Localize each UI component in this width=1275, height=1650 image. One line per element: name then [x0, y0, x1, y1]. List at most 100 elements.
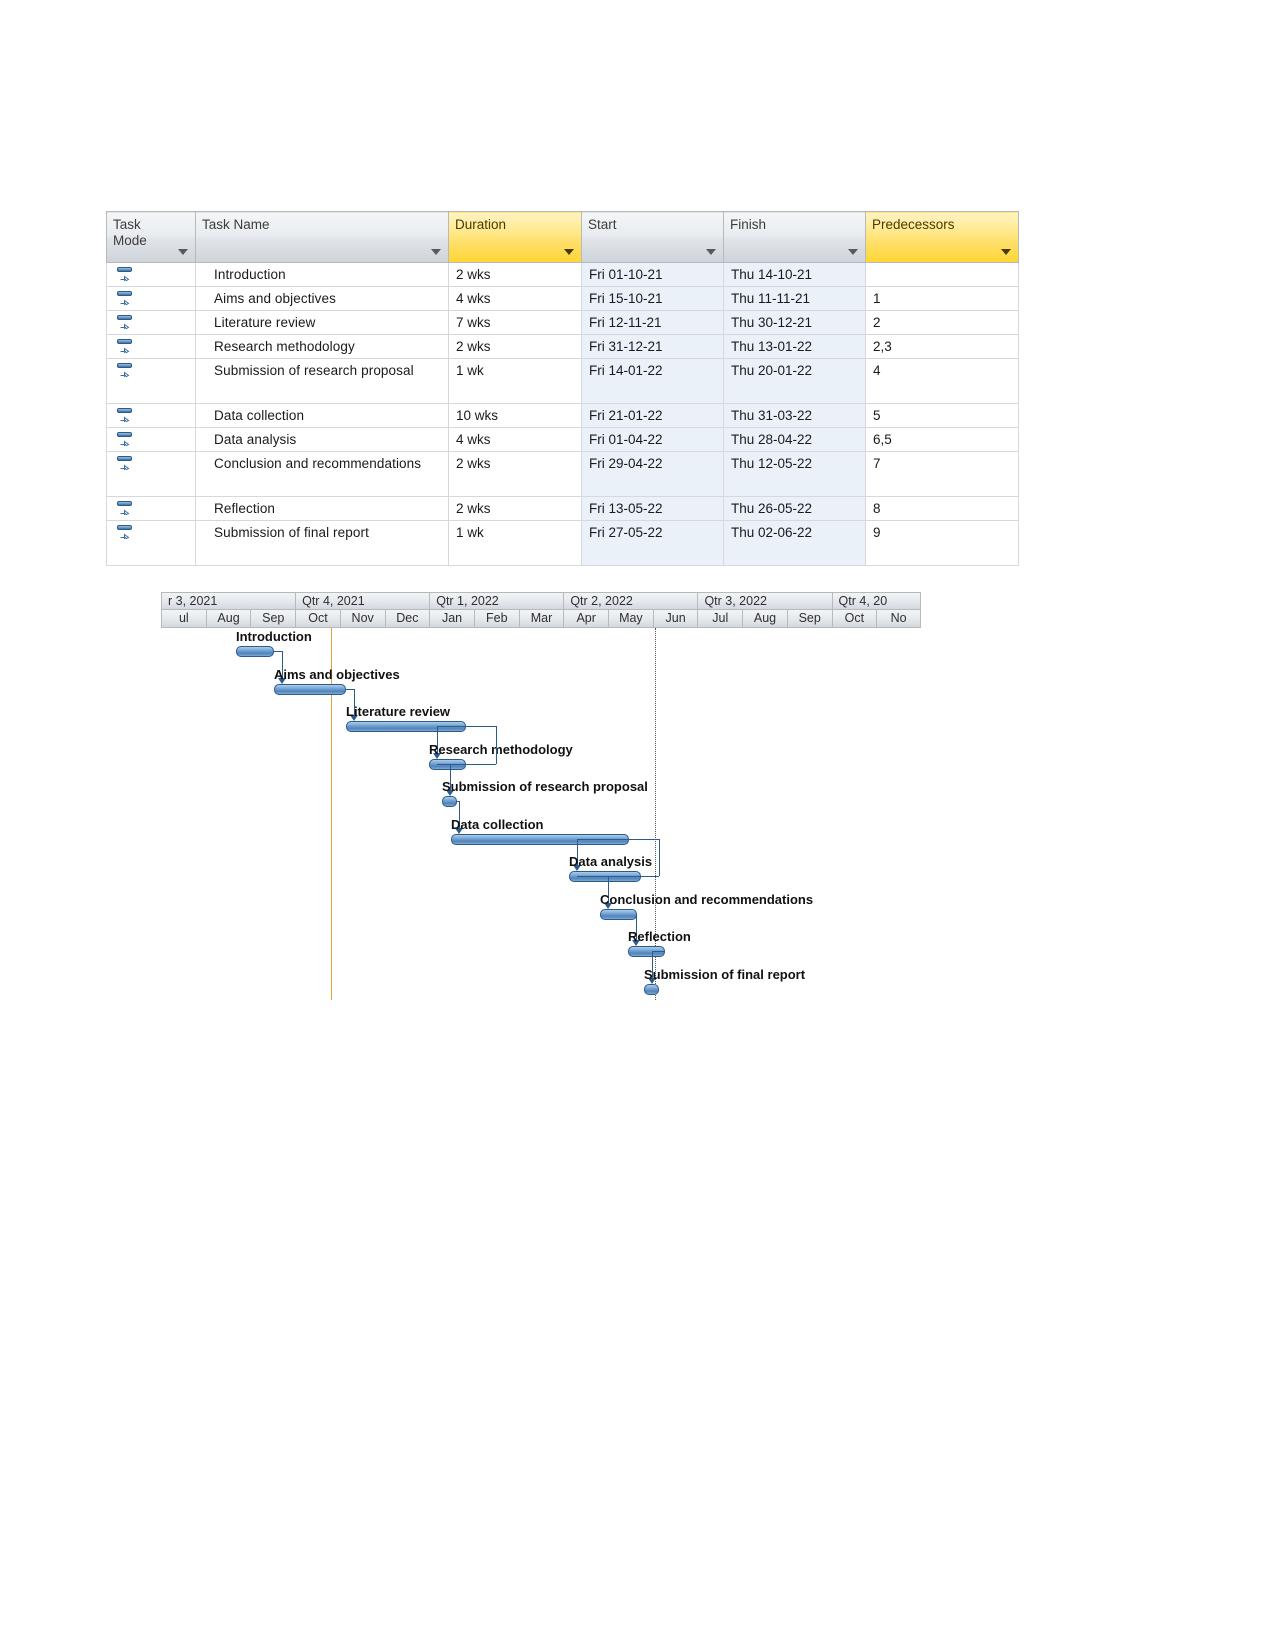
gantt-link-segment — [437, 726, 466, 727]
gantt-bar[interactable] — [644, 983, 659, 995]
cell-predecessors[interactable]: 8 — [865, 496, 1019, 521]
gantt-link-segment — [659, 838, 660, 876]
cell-task-mode[interactable] — [106, 262, 196, 287]
cell-task-mode[interactable] — [106, 358, 196, 404]
cell-finish[interactable]: Thu 30-12-21 — [723, 310, 866, 335]
cell-duration[interactable]: 1 wk — [448, 358, 582, 404]
column-header-task-mode-line1: Task — [113, 217, 141, 232]
cell-task-name[interactable]: Submission of final report — [195, 520, 449, 566]
column-header-task-mode-line2: Mode — [113, 233, 147, 248]
cell-duration[interactable]: 2 wks — [448, 334, 582, 359]
cell-finish[interactable]: Thu 14-10-21 — [723, 262, 866, 287]
cell-start[interactable]: Fri 13-05-22 — [581, 496, 724, 521]
cell-predecessors[interactable]: 2 — [865, 310, 1019, 335]
auto-schedule-icon — [117, 291, 137, 307]
cell-predecessors[interactable]: 2,3 — [865, 334, 1019, 359]
cell-task-name[interactable]: Data collection — [195, 403, 449, 428]
cell-predecessors[interactable] — [865, 262, 1019, 287]
cell-task-name[interactable]: Data analysis — [195, 427, 449, 452]
cell-predecessors[interactable]: 6,5 — [865, 427, 1019, 452]
cell-duration[interactable]: 10 wks — [448, 403, 582, 428]
table-row[interactable]: Data analysis 4 wks Fri 01-04-22 Thu 28-04-… — [106, 427, 1019, 452]
cell-start[interactable]: Fri 01-10-21 — [581, 262, 724, 287]
cell-start[interactable]: Fri 29-04-22 — [581, 451, 724, 497]
cell-predecessors[interactable]: 9 — [865, 520, 1019, 566]
cell-duration[interactable]: 2 wks — [448, 496, 582, 521]
table-row[interactable]: Submission of final report 1 wk Fri 27-05-… — [106, 520, 1019, 566]
cell-task-mode[interactable] — [106, 427, 196, 452]
table-row[interactable]: Conclusion and recommendations 2 wks Fri 2… — [106, 451, 1019, 497]
filter-dropdown-icon-finish[interactable] — [848, 249, 858, 255]
cell-task-mode[interactable] — [106, 496, 196, 521]
cell-task-name[interactable]: Reflection — [195, 496, 449, 521]
cell-task-mode[interactable] — [106, 310, 196, 335]
cell-predecessors[interactable]: 1 — [865, 286, 1019, 311]
cell-task-name[interactable]: Literature review — [195, 310, 449, 335]
column-header-task-mode[interactable]: Task Mode — [106, 211, 196, 263]
cell-duration[interactable]: 4 wks — [448, 286, 582, 311]
column-header-duration-label: Duration — [455, 217, 507, 232]
table-row[interactable]: Introduction 2 wks Fri 01-10-21 Thu 14-10-2… — [106, 262, 1019, 287]
gantt-link-segment — [346, 688, 354, 690]
cell-duration[interactable]: 1 wk — [448, 520, 582, 566]
column-header-start[interactable]: Start — [581, 211, 724, 263]
cell-start[interactable]: Fri 12-11-21 — [581, 310, 724, 335]
cell-duration[interactable]: 2 wks — [448, 262, 582, 287]
table-row[interactable]: Submission of research proposal 1 wk Fri 1… — [106, 358, 1019, 404]
cell-start[interactable]: Fri 15-10-21 — [581, 286, 724, 311]
cell-task-mode[interactable] — [106, 451, 196, 497]
cell-task-mode[interactable] — [106, 286, 196, 311]
filter-dropdown-icon-duration[interactable] — [564, 249, 574, 255]
cell-finish[interactable]: Thu 31-03-22 — [723, 403, 866, 428]
filter-dropdown-icon-start[interactable] — [706, 249, 716, 255]
cell-predecessors[interactable]: 4 — [865, 358, 1019, 404]
gantt-bar[interactable] — [236, 646, 274, 657]
cell-task-name[interactable]: Submission of research proposal — [195, 358, 449, 404]
column-header-predecessors[interactable]: Predecessors — [865, 211, 1019, 263]
gantt-link-segment — [496, 726, 497, 764]
cell-start[interactable]: Fri 01-04-22 — [581, 427, 724, 452]
cell-task-mode[interactable] — [106, 403, 196, 428]
cell-task-mode[interactable] — [106, 520, 196, 566]
cell-start[interactable]: Fri 14-01-22 — [581, 358, 724, 404]
gantt-link-segment — [629, 838, 659, 840]
gantt-bar[interactable] — [442, 796, 457, 807]
cell-start[interactable]: Fri 31-12-21 — [581, 334, 724, 359]
cell-finish[interactable]: Thu 20-01-22 — [723, 358, 866, 404]
table-row[interactable]: Aims and objectives 4 wks Fri 15-10-21 Thu … — [106, 286, 1019, 311]
cell-finish[interactable]: Thu 11-11-21 — [723, 286, 866, 311]
cell-predecessors[interactable]: 7 — [865, 451, 1019, 497]
filter-dropdown-icon-task-name[interactable] — [431, 249, 441, 255]
cell-finish[interactable]: Thu 26-05-22 — [723, 496, 866, 521]
cell-predecessors[interactable]: 5 — [865, 403, 1019, 428]
gantt-bar[interactable] — [274, 683, 346, 695]
table-row[interactable]: Data collection 10 wks Fri 21-01-22 Thu 31-… — [106, 403, 1019, 428]
timeline-quarter-header: Qtr 3, 2022 — [697, 592, 832, 610]
timeline-month-header: Jan — [429, 610, 474, 628]
column-header-finish[interactable]: Finish — [723, 211, 866, 263]
cell-duration[interactable]: 4 wks — [448, 427, 582, 452]
cell-task-mode[interactable] — [106, 334, 196, 359]
cell-duration[interactable]: 2 wks — [448, 451, 582, 497]
cell-finish[interactable]: Thu 02-06-22 — [723, 520, 866, 566]
filter-dropdown-icon-predecessors[interactable] — [1001, 249, 1011, 255]
arrow-glyph — [120, 299, 130, 305]
column-header-task-name[interactable]: Task Name — [195, 211, 449, 263]
filter-dropdown-icon-task-mode[interactable] — [178, 249, 188, 255]
cell-finish[interactable]: Thu 28-04-22 — [723, 427, 866, 452]
cell-task-name[interactable]: Research methodology — [195, 334, 449, 359]
column-header-duration[interactable]: Duration — [448, 211, 582, 263]
table-row[interactable]: Literature review 7 wks Fri 12-11-21 Thu 30… — [106, 310, 1019, 335]
cell-finish[interactable]: Thu 12-05-22 — [723, 451, 866, 497]
timeline-quarter-header: Qtr 4, 20 — [831, 592, 921, 610]
table-row[interactable]: Research methodology 2 wks Fri 31-12-21 Thu… — [106, 334, 1019, 359]
cell-start[interactable]: Fri 21-01-22 — [581, 403, 724, 428]
cell-task-name[interactable]: Introduction — [195, 262, 449, 287]
cell-start[interactable]: Fri 27-05-22 — [581, 520, 724, 566]
cell-duration[interactable]: 7 wks — [448, 310, 582, 335]
table-row[interactable]: Reflection 2 wks Fri 13-05-22 Thu 26-05-22 8 — [106, 496, 1019, 521]
gantt-bar[interactable] — [600, 908, 637, 920]
cell-task-name[interactable]: Aims and objectives — [195, 286, 449, 311]
cell-finish[interactable]: Thu 13-01-22 — [723, 334, 866, 359]
cell-task-name[interactable]: Conclusion and recommendations — [195, 451, 449, 497]
